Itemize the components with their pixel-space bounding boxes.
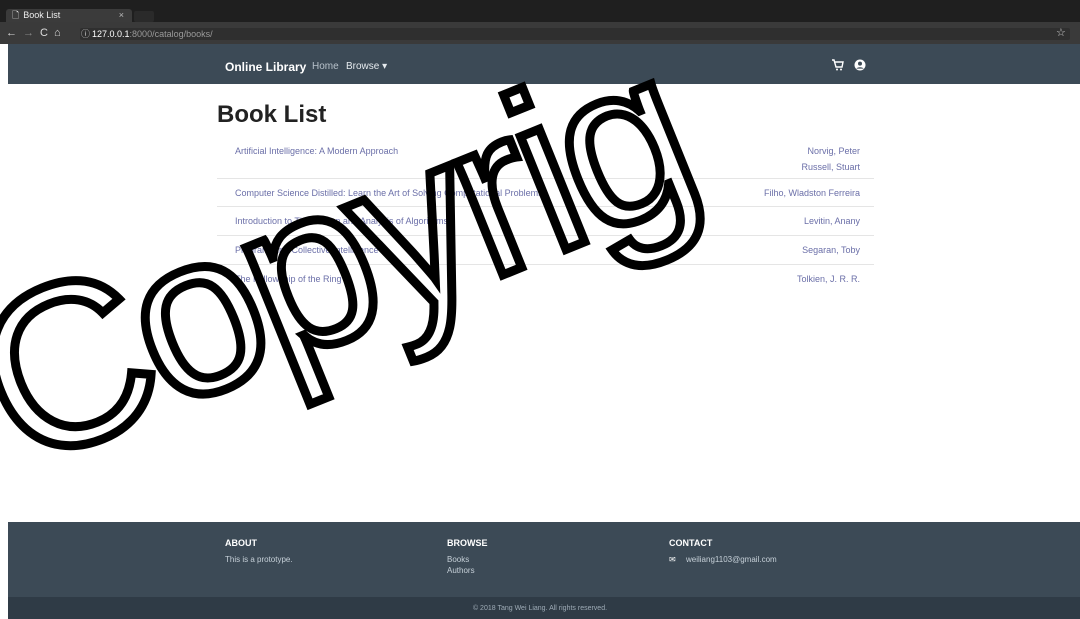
book-authors: Tolkien, J. R. R. — [797, 271, 860, 287]
user-icon[interactable] — [854, 59, 866, 74]
book-authors: Filho, Wladston Ferreira — [764, 185, 860, 201]
table-row: The Fellowship of the Ring Tolkien, J. R… — [217, 265, 874, 294]
back-icon[interactable]: ← — [6, 27, 17, 39]
table-row: Introduction to The Design and Analysis … — [217, 207, 874, 236]
bookmark-star-icon[interactable]: ☆ — [1056, 26, 1066, 39]
book-list: Artificial Intelligence: A Modern Approa… — [217, 137, 874, 294]
footer-browse-heading: BROWSE — [447, 538, 488, 548]
footer-contact-email[interactable]: weiliang1103@gmail.com — [686, 555, 777, 564]
nav-home-link[interactable]: Home — [312, 61, 339, 72]
info-icon[interactable]: ⓘ — [81, 27, 90, 40]
url-text: 127.0.0.1:8000/catalog/books/ — [92, 27, 213, 41]
author-link[interactable]: Russell, Stuart — [801, 159, 860, 175]
book-authors: Segaran, Toby — [802, 242, 860, 258]
footer-contact-heading: CONTACT — [669, 538, 713, 548]
url-input[interactable] — [80, 28, 1070, 40]
navbar — [8, 44, 1080, 84]
shopping-cart-icon[interactable] — [832, 59, 844, 74]
nav-browse-dropdown[interactable]: Browse ▾ — [346, 61, 387, 72]
browser-tab[interactable]: 🗋 Book List × — [6, 9, 132, 22]
forward-icon[interactable]: → — [23, 27, 34, 39]
book-title-link[interactable]: Programming Collective Intelligence — [235, 245, 379, 255]
table-row: Computer Science Distilled: Learn the Ar… — [217, 179, 874, 207]
footer-authors-link[interactable]: Authors — [447, 566, 475, 575]
book-title-link[interactable]: The Fellowship of the Ring — [235, 274, 342, 284]
envelope-icon: ✉ — [669, 555, 676, 564]
footer-about-text: This is a prototype. — [225, 555, 293, 564]
author-link[interactable]: Filho, Wladston Ferreira — [764, 185, 860, 201]
book-authors: Norvig, Peter Russell, Stuart — [801, 143, 860, 175]
page-title: Book List — [217, 101, 327, 128]
book-title-link[interactable]: Introduction to The Design and Analysis … — [235, 216, 448, 226]
table-row: Artificial Intelligence: A Modern Approa… — [217, 137, 874, 179]
author-link[interactable]: Tolkien, J. R. R. — [797, 271, 860, 287]
close-tab-icon[interactable]: × — [119, 9, 124, 22]
home-icon[interactable]: ⌂ — [54, 27, 61, 39]
url-path: :8000/catalog/books/ — [129, 29, 213, 39]
tab-title: Book List — [23, 10, 61, 20]
author-link[interactable]: Segaran, Toby — [802, 242, 860, 258]
book-authors: Levitin, Anany — [804, 213, 860, 229]
footer — [8, 522, 1080, 597]
book-title-link[interactable]: Artificial Intelligence: A Modern Approa… — [235, 146, 398, 156]
table-row: Programming Collective Intelligence Sega… — [217, 236, 874, 265]
author-link[interactable]: Levitin, Anany — [804, 213, 860, 229]
page-icon: 🗋 — [12, 10, 20, 20]
brand-link[interactable]: Online Library — [225, 60, 306, 74]
book-title-link[interactable]: Computer Science Distilled: Learn the Ar… — [235, 188, 543, 198]
author-link[interactable]: Norvig, Peter — [801, 143, 860, 159]
tab-strip — [0, 0, 1080, 22]
reload-icon[interactable]: C — [40, 27, 48, 39]
copyright-text: © 2018 Tang Wei Liang. All rights reserv… — [472, 605, 608, 612]
footer-about-heading: ABOUT — [225, 538, 257, 548]
new-tab-button[interactable] — [134, 11, 154, 22]
footer-books-link[interactable]: Books — [447, 555, 469, 564]
url-host: 127.0.0.1 — [92, 29, 130, 39]
